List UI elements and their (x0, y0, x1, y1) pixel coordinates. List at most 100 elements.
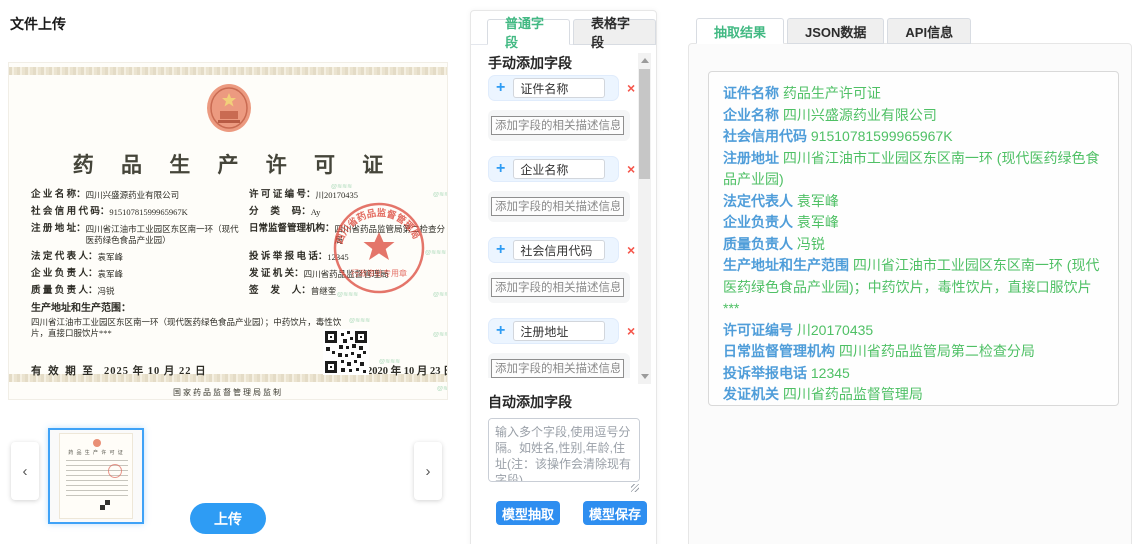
certificate-field-label: 质 量 负 责 人： (31, 286, 98, 296)
field-pill: + (488, 318, 619, 344)
field-group: + × (488, 156, 640, 222)
tab-table-fields[interactable]: 表格字段 (573, 16, 656, 50)
certificate-field-value: 袁军峰 (97, 252, 124, 262)
certificate-field-value: Ay (310, 207, 321, 217)
scrollbar-down-arrow-icon[interactable] (641, 374, 649, 379)
result-label: 注册地址 (723, 149, 779, 166)
certificate-field-label: 分 类 码： (249, 207, 311, 217)
result-row: 社会信用代码 91510781599965967K (723, 126, 1104, 148)
certificate-border-ornament (9, 67, 447, 75)
certificate-field-label: 法 定 代 表 人： (31, 252, 98, 262)
official-stamp: 四川省药品监督管理局 行政审批专用章 (333, 202, 425, 294)
fields-scrollbar[interactable] (638, 53, 651, 384)
document-preview: 药 品 生 产 许 可 证 企 业 名 称： 四川兴盛源药业有限公司 社 会 信… (8, 62, 448, 400)
certificate-field-row: 社 会 信 用 代 码： 91510781599965967K (31, 207, 243, 218)
result-label: 企业名称 (723, 106, 779, 123)
manual-fields-list: + × + × (488, 75, 640, 378)
production-scope-section: 生产地址和生产范围： 四川省江油市工业园区东区南一环（现代医药绿色食品产业园）；… (31, 299, 351, 339)
results-card: 证件名称 药品生产许可证 企业名称 四川兴盛源药业有限公司 社会信用代码 915… (688, 43, 1132, 544)
certificate-field-label: 发 证 机 关： (249, 269, 304, 279)
tab-normal-fields[interactable]: 普通字段 (487, 16, 570, 50)
result-label: 投诉举报电话 (723, 364, 807, 381)
field-desc-wrap (488, 353, 630, 378)
result-row: 日常监督管理机构 四川省药品监管局第二检查分局 (723, 341, 1104, 363)
field-desc-wrap (488, 191, 630, 222)
auto-fields-textarea[interactable] (488, 418, 640, 482)
result-row: 许可证编号 川20170435 (723, 320, 1104, 342)
certificate-field-row: 注 册 地 址： 四川省江油市工业园区东区南一环（现代医药绿色食品产业园） (31, 224, 243, 246)
watermark: @≋≋≋ (433, 292, 447, 298)
certificate-field-label: 企 业 负 责 人： (31, 269, 98, 279)
thumbnail-emblem-icon (93, 439, 101, 447)
page-title: 文件上传 (10, 16, 66, 32)
tab-json-data[interactable]: JSON数据 (787, 18, 885, 44)
result-value: 四川省药品监督管理局 (782, 386, 923, 402)
certificate-field-label: 社 会 信 用 代 码： (31, 207, 110, 217)
field-desc-input[interactable] (491, 278, 624, 297)
result-value: 12345 (810, 364, 850, 381)
result-row: 签发人 曾继奎 (723, 406, 1104, 407)
delete-field-icon[interactable]: × (627, 243, 635, 257)
result-value: 冯锐 (796, 235, 825, 252)
field-desc-input[interactable] (491, 116, 624, 135)
field-name-input[interactable] (513, 159, 606, 179)
chevron-left-icon: ‹ (22, 462, 28, 480)
tab-extraction-results[interactable]: 抽取结果 (696, 18, 785, 44)
certificate-field-label: 注 册 地 址： (31, 224, 86, 234)
result-row: 企业名称 四川兴盛源药业有限公司 (723, 105, 1104, 127)
result-value: 四川省药品监管局第二检查分局 (838, 343, 1035, 359)
upload-button[interactable]: 上传 (190, 503, 266, 534)
result-row: 生产地址和生产范围 四川省江油市工业园区东区南一环 (现代医药绿色食品产业园)；… (723, 255, 1104, 320)
result-label: 日常监督管理机构 (723, 343, 835, 359)
add-field-icon[interactable]: + (496, 323, 505, 339)
field-desc-input[interactable] (491, 197, 624, 216)
result-row: 法定代表人 袁军峰 (723, 191, 1104, 213)
manual-add-fields-title: 手动添加字段 (488, 55, 572, 71)
carousel-next-button[interactable]: › (414, 442, 442, 500)
watermark: @≋≋≋ (349, 318, 371, 324)
results-list: 证件名称 药品生产许可证 企业名称 四川兴盛源药业有限公司 社会信用代码 915… (708, 71, 1119, 406)
result-value: 91510781599965967K (810, 128, 953, 144)
certificate-left-fields: 企 业 名 称： 四川兴盛源药业有限公司 社 会 信 用 代 码： 915107… (31, 190, 243, 303)
result-label: 生产地址和生产范围 (723, 257, 849, 273)
result-label: 证件名称 (723, 85, 779, 101)
result-label: 法定代表人 (723, 192, 793, 209)
result-label: 许可证编号 (723, 321, 793, 338)
tab-api-info[interactable]: API信息 (887, 18, 972, 44)
certificate-field-row: 企 业 名 称： 四川兴盛源药业有限公司 (31, 190, 243, 201)
delete-field-icon[interactable]: × (627, 324, 635, 338)
issue-date: 2020 年 10 月 23 日 (367, 366, 448, 377)
watermark: @≋≋≋ (433, 192, 447, 198)
add-field-icon[interactable]: + (496, 80, 505, 96)
certificate-field-value: 91510781599965967K (109, 207, 188, 217)
document-thumbnail[interactable]: 药 品 生 产 许 可 证 (48, 428, 144, 524)
scrollbar-thumb[interactable] (639, 69, 650, 179)
field-name-input[interactable] (513, 321, 606, 341)
scrollbar-up-arrow-icon[interactable] (641, 58, 649, 63)
field-name-input[interactable] (513, 78, 606, 98)
field-desc-wrap (488, 272, 630, 303)
delete-field-icon[interactable]: × (627, 162, 635, 176)
thumbnail-qr-icon (100, 500, 110, 510)
result-value: 袁军峰 (796, 214, 839, 230)
field-group: + × (488, 237, 640, 303)
add-field-icon[interactable]: + (496, 242, 505, 258)
result-value: 四川省江油市工业园区东区南一环 (现代医药绿色食品产业园) (723, 149, 1100, 188)
model-extract-button[interactable]: 模型抽取 (496, 501, 560, 525)
result-row: 证件名称 药品生产许可证 (723, 83, 1104, 105)
validity-label: 有 效 期 至 (31, 366, 95, 377)
add-field-icon[interactable]: + (496, 161, 505, 177)
thumbnail-title: 药 品 生 产 许 可 证 (68, 451, 124, 456)
textarea-resize-handle-icon[interactable] (631, 484, 639, 492)
certificate-field-label: 企 业 名 称： (31, 190, 86, 200)
carousel-prev-button[interactable]: ‹ (11, 442, 39, 500)
model-save-button[interactable]: 模型保存 (583, 501, 647, 525)
field-desc-input[interactable] (491, 359, 624, 378)
delete-field-icon[interactable]: × (627, 81, 635, 95)
certificate-field-label: 日常监督管理机构： (249, 224, 335, 234)
field-name-input[interactable] (513, 240, 606, 260)
production-scope-text: 四川省江油市工业园区东区南一环（现代医药绿色食品产业园）；中药饮片，毒性饮片，直… (31, 317, 342, 338)
result-row: 投诉举报电话 12345 (723, 363, 1104, 385)
certificate-field-row: 质 量 负 责 人： 冯锐 (31, 286, 243, 297)
field-group: + × (488, 75, 640, 141)
